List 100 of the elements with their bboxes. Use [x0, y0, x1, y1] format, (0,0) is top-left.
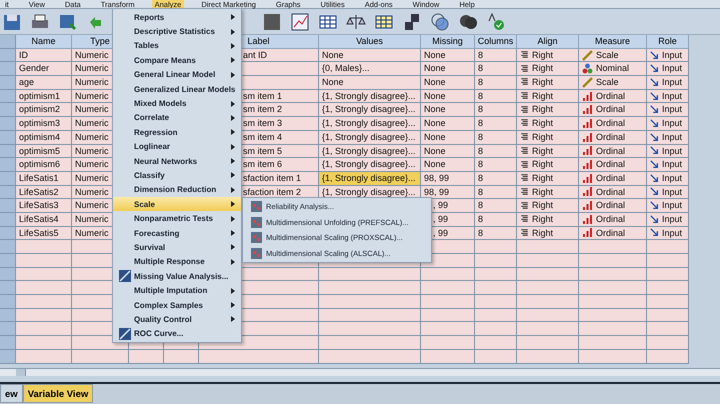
menu-item[interactable]: Quality Control: [113, 312, 241, 327]
row-header[interactable]: [0, 186, 16, 200]
table-cell: 8: [475, 90, 517, 104]
table-cell: 8: [475, 144, 517, 158]
table-cell: 8: [475, 212, 517, 227]
table-cell[interactable]: {1, Strongly disagree}...: [319, 158, 421, 172]
menu-item[interactable]: Missing Value Analysis...: [113, 269, 241, 284]
table-cell[interactable]: None: [319, 76, 421, 90]
align-right-icon: [520, 78, 529, 86]
row-header[interactable]: [0, 268, 16, 282]
row-header[interactable]: [0, 308, 16, 322]
circles-icon[interactable]: [430, 12, 450, 32]
submenu-arrow-icon: [231, 288, 235, 294]
row-header[interactable]: [0, 240, 16, 254]
bar-chart-icon: [582, 186, 593, 198]
row-header[interactable]: [0, 130, 16, 144]
arrow-down-right-icon: [650, 160, 659, 170]
spell-check-icon[interactable]: [486, 12, 506, 32]
column-header[interactable]: Values: [319, 35, 421, 49]
table-cell[interactable]: {1, Strongly disagree}...: [319, 90, 421, 104]
table-cell[interactable]: {1, Strongly disagree}...: [319, 117, 421, 131]
column-header[interactable]: Missing: [421, 35, 475, 49]
table-cell: None: [421, 48, 475, 62]
menu-item[interactable]: ROC Curve...: [113, 326, 241, 341]
arrow-down-right-icon: [650, 174, 659, 183]
table-cell: 8: [475, 130, 517, 144]
bar-chart-icon: [582, 132, 593, 143]
table-cell: optimism4: [16, 130, 72, 144]
row-header[interactable]: [0, 350, 16, 364]
row-header[interactable]: [0, 322, 16, 336]
column-header[interactable]: Columns: [475, 35, 517, 49]
arrow-down-right-icon: [650, 118, 659, 128]
column-header[interactable]: Name: [16, 35, 72, 49]
ruler-icon: [582, 50, 593, 61]
table-cell: [517, 254, 579, 268]
table-cell: [421, 322, 475, 336]
table-cell: None: [421, 117, 475, 131]
table-cell-text: Input: [662, 172, 682, 185]
table-cell-text: Right: [532, 226, 554, 240]
bar-chart-icon: [582, 104, 593, 116]
table-cell[interactable]: {1, Strongly disagree}...: [319, 144, 421, 158]
row-header[interactable]: [0, 199, 16, 213]
row-header[interactable]: [0, 336, 16, 350]
table-cell: [16, 281, 72, 296]
table-cell[interactable]: {1, Strongly disagree}...: [319, 103, 421, 118]
row-header[interactable]: [0, 117, 16, 131]
row-header[interactable]: [0, 103, 16, 118]
arrow-down-right-icon: [650, 64, 659, 74]
table-cell: [647, 336, 689, 350]
row-header[interactable]: [0, 90, 16, 104]
dark-square-icon[interactable]: [262, 12, 282, 32]
align-right-icon: [520, 202, 529, 210]
table-cell-text: Right: [532, 172, 554, 185]
bar-chart-icon: [582, 200, 593, 212]
table-cell: ID: [16, 48, 72, 62]
menu-item[interactable]: Reports: [113, 10, 241, 24]
column-header[interactable]: Measure: [579, 35, 647, 49]
submenu-arrow-icon: [231, 230, 235, 236]
table-cell: [16, 336, 72, 350]
row-header[interactable]: [0, 158, 16, 172]
menu-item[interactable]: Survival: [113, 240, 241, 255]
row-header[interactable]: [0, 295, 16, 309]
horizontal-scrollbar[interactable]: [0, 368, 720, 376]
table-cell-text: Input: [662, 186, 682, 198]
table-cell[interactable]: {0, Males}...: [319, 62, 421, 76]
row-header[interactable]: [0, 76, 16, 90]
row-header[interactable]: [0, 35, 16, 49]
row-header[interactable]: [0, 226, 16, 240]
menu-item[interactable]: Scale: [113, 197, 241, 212]
menu-item-icon: [119, 328, 131, 340]
column-header[interactable]: Align: [517, 35, 579, 49]
table-cell[interactable]: None: [319, 48, 421, 62]
table-cell: [16, 268, 72, 282]
table-cell: [475, 336, 517, 350]
view-tab[interactable]: Variable View: [22, 384, 94, 403]
table-cell-text: Ordinal: [596, 117, 626, 130]
bar-chart-icon: [582, 227, 593, 238]
table-cell[interactable]: {1, Strongly disagree}...: [319, 130, 421, 144]
row-header[interactable]: [0, 212, 16, 227]
view-tab[interactable]: ew: [0, 384, 23, 403]
table-cell: [421, 308, 475, 322]
row-header[interactable]: [0, 172, 16, 186]
submenu-arrow-icon: [231, 186, 235, 193]
menu-item[interactable]: Multiple Imputation: [113, 283, 241, 298]
table-cell: [579, 254, 647, 268]
row-header[interactable]: [0, 62, 16, 76]
submenu-arrow-icon: [231, 244, 235, 250]
menu-item[interactable]: Complex Samples: [113, 298, 241, 312]
table-cell: age: [16, 76, 72, 90]
menu-item[interactable]: Multiple Response: [113, 254, 241, 270]
chart-icon[interactable]: [290, 12, 310, 32]
row-header[interactable]: [0, 254, 16, 268]
table-cell[interactable]: {1, Strongly disagree}...: [319, 172, 421, 186]
row-header[interactable]: [0, 48, 16, 62]
table-cell: optimism6: [16, 158, 72, 172]
table-cell-text: Ordinal: [596, 144, 626, 158]
row-header[interactable]: [0, 281, 16, 296]
table-cell-text: Input: [662, 103, 682, 116]
row-header[interactable]: [0, 144, 16, 158]
column-header[interactable]: Role: [647, 35, 689, 49]
